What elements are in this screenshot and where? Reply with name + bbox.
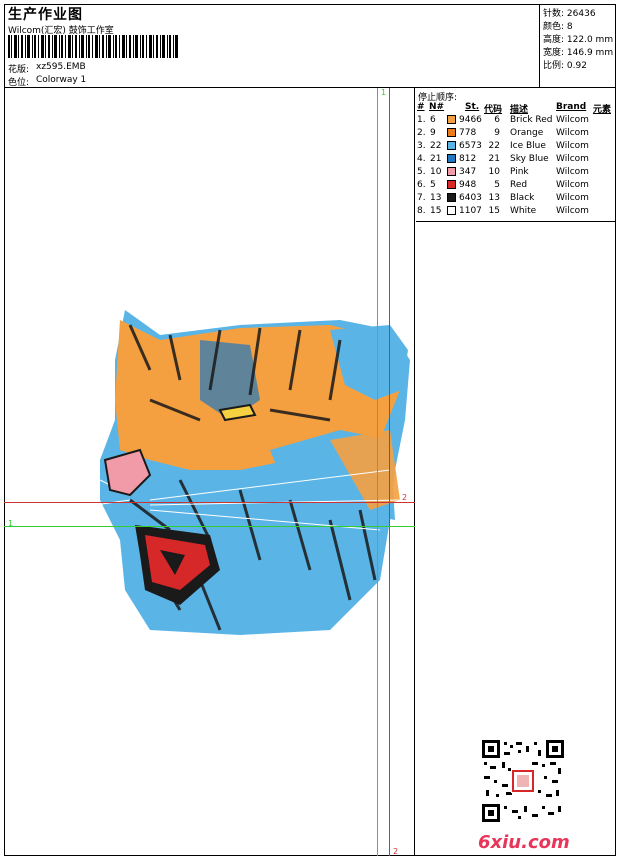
stop-sequence-row: 4. 21 812 21 Sky Blue Wilcom: [416, 154, 616, 167]
stop-sequence-row: 5. 10 347 10 Pink Wilcom: [416, 167, 616, 180]
cell-code: 9: [494, 128, 500, 138]
cell-desc: Sky Blue: [510, 154, 549, 164]
cell-code: 10: [488, 167, 500, 177]
cell-brand: Wilcom: [556, 115, 589, 125]
cell-num: 7.: [417, 193, 426, 203]
cell-brand: Wilcom: [556, 128, 589, 138]
stop-sequence-row: 7. 13 6403 13 Black Wilcom: [416, 193, 616, 206]
cell-needle: 21: [430, 154, 442, 164]
design-name: xz595.EMB: [36, 62, 86, 72]
stop-sequence-row: 3. 22 6573 22 Ice Blue Wilcom: [416, 141, 616, 154]
spec-width: 宽度: 146.9 mm: [543, 48, 614, 58]
stop-sequence-row: 6. 5 948 5 Red Wilcom: [416, 180, 616, 193]
cell-desc: Brick Red: [510, 115, 553, 125]
color-swatch: [447, 128, 456, 137]
vertical-guide-red: [389, 88, 390, 856]
color-swatch: [447, 115, 456, 124]
cell-brand: Wilcom: [556, 167, 589, 177]
color-swatch: [447, 167, 456, 176]
cell-desc: Pink: [510, 167, 529, 177]
guide-label-top: 1: [381, 88, 387, 97]
cell-num: 3.: [417, 141, 426, 151]
barcode-image: [8, 35, 178, 58]
col-header-brand: Brand: [556, 102, 587, 112]
cell-stitches: 6403: [459, 193, 482, 203]
cell-needle: 22: [430, 141, 442, 151]
qr-code-image: [482, 740, 564, 822]
cell-desc: Black: [510, 193, 535, 203]
cell-brand: Wilcom: [556, 141, 589, 151]
watermark-logo: 6xiu.com: [478, 832, 570, 853]
cell-desc: White: [510, 206, 537, 216]
tiger-embroidery-image: [94, 310, 410, 635]
cell-needle: 13: [430, 193, 442, 203]
cell-code: 5: [494, 180, 500, 190]
cell-stitches: 347: [459, 167, 477, 177]
cell-code: 6: [494, 115, 500, 125]
cell-code: 21: [488, 154, 500, 164]
cell-num: 6.: [417, 180, 426, 190]
cell-num: 2.: [417, 128, 426, 138]
color-swatch: [447, 193, 456, 202]
col-header-num: #: [417, 102, 425, 112]
guide-label-right: 2: [402, 493, 408, 502]
cell-needle: 10: [430, 167, 442, 177]
stop-sequence-row: 8. 15 1107 15 White Wilcom: [416, 206, 616, 219]
cell-code: 22: [488, 141, 500, 151]
vertical-guide-green: [377, 88, 378, 856]
cell-stitches: 812: [459, 154, 477, 164]
color-swatch: [447, 141, 456, 150]
cell-desc: Orange: [510, 128, 544, 138]
stop-sequence-row: 1. 6 9466 6 Brick Red Wilcom: [416, 115, 616, 128]
color-swatch: [447, 154, 456, 163]
cell-code: 15: [488, 206, 500, 216]
color-swatch: [447, 206, 456, 215]
cell-desc: Ice Blue: [510, 141, 546, 151]
cell-stitches: 1107: [459, 206, 482, 216]
col-header-stitches: St.: [465, 102, 480, 112]
spec-stitches: 针数: 26436: [543, 9, 596, 19]
guide-label-left: 1: [8, 519, 14, 528]
guide-label-bottom: 2: [393, 847, 399, 856]
cell-num: 4.: [417, 154, 426, 164]
cell-num: 1.: [417, 115, 426, 125]
stop-sequence-row: 2. 9 778 9 Orange Wilcom: [416, 128, 616, 141]
horizontal-guide-red: [4, 502, 415, 503]
cell-needle: 6: [430, 115, 436, 125]
colorway-label: 色位:: [8, 78, 30, 88]
cell-needle: 9: [430, 128, 436, 138]
cell-code: 13: [488, 193, 500, 203]
cell-stitches: 948: [459, 180, 477, 190]
col-header-needle: N#: [429, 102, 445, 112]
cell-num: 5.: [417, 167, 426, 177]
design-label: 花版:: [8, 65, 30, 75]
cell-stitches: 6573: [459, 141, 482, 151]
color-swatch: [447, 180, 456, 189]
cell-needle: 5: [430, 180, 436, 190]
cell-brand: Wilcom: [556, 180, 589, 190]
horizontal-guide-green: [4, 526, 415, 527]
cell-stitches: 9466: [459, 115, 482, 125]
spec-height: 高度: 122.0 mm: [543, 35, 614, 45]
cell-stitches: 778: [459, 128, 477, 138]
spec-scale: 比例: 0.92: [543, 61, 587, 71]
cell-needle: 15: [430, 206, 442, 216]
colorway-name: Colorway 1: [36, 75, 87, 85]
cell-brand: Wilcom: [556, 193, 589, 203]
cell-desc: Red: [510, 180, 528, 190]
page-title: 生产作业图: [8, 7, 83, 23]
cell-brand: Wilcom: [556, 206, 589, 216]
cell-num: 8.: [417, 206, 426, 216]
col-header-element: 元素: [593, 105, 612, 115]
spec-colors: 颜色: 8: [543, 22, 573, 32]
col-header-desc: 描述: [510, 105, 529, 115]
cell-brand: Wilcom: [556, 154, 589, 164]
col-header-code: 代码: [484, 105, 503, 115]
